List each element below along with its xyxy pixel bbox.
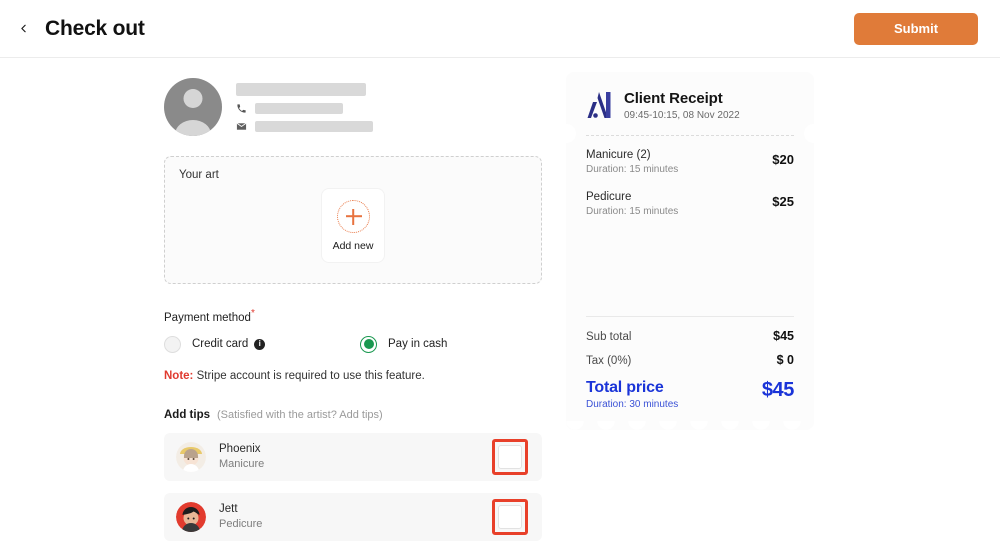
- subtotal-value: $45: [773, 329, 794, 343]
- receipt-panel: Client Receipt 09:45-10:15, 08 Nov 2022 …: [557, 72, 823, 438]
- tip-input-highlight: [492, 498, 528, 535]
- tip-artist-info: Phoenix Manicure: [219, 442, 264, 472]
- receipt-item-price: $25: [772, 194, 794, 209]
- tip-artist-name: Phoenix: [219, 442, 261, 455]
- receipt-item-price: $20: [772, 152, 794, 167]
- add-new-art-button[interactable]: Add new: [322, 189, 384, 262]
- total-price-info: Total price Duration: 30 minutes: [586, 379, 678, 410]
- client-email-redacted: [255, 120, 373, 132]
- receipt-item-name: Pedicure: [586, 191, 632, 203]
- chevron-left-icon: [20, 24, 26, 33]
- main-content: Your art Add new Payment method* Credit …: [0, 58, 1000, 541]
- tip-artist-service: Pedicure: [219, 518, 263, 531]
- tip-input-highlight: [492, 438, 528, 475]
- receipt-header: Client Receipt 09:45-10:15, 08 Nov 2022: [586, 90, 794, 121]
- payment-method-label: Payment method*: [164, 308, 542, 324]
- add-tips-title: Add tips: [164, 408, 210, 421]
- receipt-items: Manicure (2) Duration: 15 minutes $20 Pe…: [586, 149, 794, 233]
- payment-options: Credit card i Pay in cash: [164, 335, 542, 353]
- receipt-item-name: Manicure (2): [586, 149, 651, 161]
- receipt-title: Client Receipt: [624, 90, 723, 107]
- pay-in-cash-label: Pay in cash: [388, 338, 448, 351]
- list-item: Manicure (2) Duration: 15 minutes $20: [586, 149, 794, 175]
- receipt-datetime: 09:45-10:15, 08 Nov 2022: [624, 110, 740, 121]
- payment-method-text: Payment method: [164, 311, 251, 324]
- receipt-notch-left: [557, 124, 576, 143]
- tip-artist-service: Manicure: [219, 458, 265, 471]
- add-new-label: Add new: [332, 239, 374, 252]
- table-row: Jett Pedicure: [164, 492, 542, 541]
- radio-credit-card[interactable]: [164, 335, 181, 353]
- plus-icon: [336, 199, 370, 233]
- subtotal-row: Sub total $45: [586, 329, 794, 343]
- receipt-item-info: Manicure (2) Duration: 15 minutes: [586, 149, 678, 175]
- tax-row: Tax (0%) $ 0: [586, 353, 794, 367]
- phone-icon: [236, 103, 247, 114]
- brand-logo-icon: [587, 92, 611, 118]
- receipt-scalloped-edge: [566, 421, 814, 438]
- tip-input-phoenix[interactable]: [498, 444, 522, 469]
- client-name-redacted: [236, 82, 366, 96]
- checkout-form: Your art Add new Payment method* Credit …: [164, 72, 542, 541]
- add-tips-header: Add tips (Satisfied with the artist? Add…: [164, 409, 542, 421]
- total-price-row: Total price Duration: 30 minutes $45: [586, 379, 794, 410]
- submit-button[interactable]: Submit: [854, 12, 978, 45]
- back-button[interactable]: [10, 16, 36, 42]
- phoenix-avatar: [176, 441, 206, 472]
- credit-card-label: Credit card: [192, 338, 249, 351]
- receipt-item-duration: Duration: 15 minutes: [586, 164, 679, 175]
- client-receipt-card: Client Receipt 09:45-10:15, 08 Nov 2022 …: [557, 72, 823, 438]
- info-icon[interactable]: i: [254, 338, 266, 350]
- receipt-totals: Sub total $45 Tax (0%) $ 0 Total price D…: [586, 317, 794, 430]
- jett-avatar: [176, 501, 206, 532]
- client-phone-redacted: [255, 102, 343, 114]
- tax-value: $ 0: [776, 353, 794, 367]
- your-art-section: Your art Add new: [164, 156, 542, 284]
- mail-icon: [236, 121, 247, 132]
- total-price-value: $45: [761, 379, 795, 401]
- total-duration: Duration: 30 minutes: [586, 399, 679, 410]
- add-tips-subtitle: (Satisfied with the artist? Add tips): [217, 408, 383, 421]
- receipt-item-info: Pedicure Duration: 15 minutes: [586, 191, 678, 217]
- client-info: [164, 78, 542, 136]
- receipt-notch-right: [804, 124, 823, 143]
- note-text: Stripe account is required to use this f…: [193, 369, 425, 382]
- note-label: Note:: [164, 369, 194, 382]
- payment-option-pay-in-cash[interactable]: Pay in cash: [360, 335, 448, 353]
- table-row: Phoenix Manicure: [164, 432, 542, 481]
- receipt-heading-text: Client Receipt 09:45-10:15, 08 Nov 2022: [624, 90, 740, 121]
- tip-artist-info: Jett Pedicure: [219, 502, 262, 532]
- payment-option-credit-card[interactable]: Credit card i: [164, 335, 360, 353]
- receipt-item-duration: Duration: 15 minutes: [586, 206, 679, 217]
- client-phone: [236, 102, 373, 114]
- list-item: Pedicure Duration: 15 minutes $25: [586, 191, 794, 217]
- top-bar: Check out Submit: [0, 0, 1000, 58]
- subtotal-label: Sub total: [586, 331, 632, 343]
- receipt-divider-dashed: [586, 135, 794, 136]
- client-fields: [236, 82, 373, 132]
- total-price-label: Total price: [586, 379, 664, 396]
- radio-pay-in-cash[interactable]: [360, 335, 377, 353]
- required-mark: *: [250, 308, 255, 319]
- tip-artist-name: Jett: [219, 502, 238, 515]
- stripe-note: Note: Stripe account is required to use …: [164, 370, 542, 382]
- avatar: [164, 78, 222, 136]
- tax-label: Tax (0%): [586, 355, 632, 367]
- page-title: Check out: [45, 16, 145, 40]
- client-email: [236, 120, 373, 132]
- tip-input-jett[interactable]: [498, 504, 522, 529]
- your-art-label: Your art: [179, 169, 219, 181]
